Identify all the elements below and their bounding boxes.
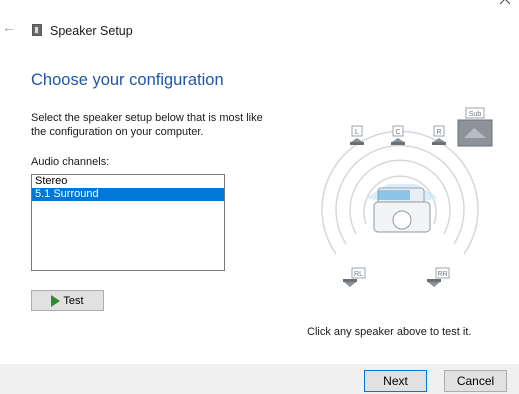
channel-option-stereo[interactable]: Stereo xyxy=(32,175,224,188)
test-button[interactable]: Test xyxy=(31,290,104,311)
close-icon[interactable] xyxy=(496,0,514,8)
speaker-rear-left[interactable]: RL xyxy=(343,267,366,287)
test-button-label: Test xyxy=(63,294,84,307)
back-arrow-icon[interactable]: ← xyxy=(2,20,16,34)
description-line: Select the speaker setup below that is m… xyxy=(31,112,263,124)
play-icon xyxy=(51,294,61,307)
speaker-subwoofer-label: Sub xyxy=(469,111,482,118)
audio-channels-label: Audio channels: xyxy=(31,156,110,168)
cancel-button[interactable]: Cancel xyxy=(444,370,507,392)
channel-option-5-1-surround[interactable]: 5.1 Surround xyxy=(32,188,224,201)
speaker-diagram: L C R Sub RL RR xyxy=(321,107,493,287)
speaker-left[interactable]: L xyxy=(350,125,364,145)
description-line: the configuration on your computer. xyxy=(31,126,204,138)
footer-bar xyxy=(0,364,519,394)
next-button[interactable]: Next xyxy=(364,370,427,392)
speaker-subwoofer[interactable]: Sub xyxy=(457,107,493,147)
speaker-center[interactable]: C xyxy=(391,125,405,145)
window-title: Speaker Setup xyxy=(50,24,133,38)
speaker-right[interactable]: R xyxy=(432,125,446,145)
speaker-right-label: R xyxy=(436,129,441,136)
speaker-rear-right[interactable]: RR xyxy=(427,267,450,287)
speaker-left-label: L xyxy=(355,129,359,136)
test-hint: Click any speaker above to test it. xyxy=(307,326,472,338)
speaker-rear-right-label: RR xyxy=(437,271,447,278)
audio-channels-listbox[interactable]: Stereo 5.1 Surround xyxy=(31,174,225,271)
page-heading: Choose your configuration xyxy=(31,71,224,89)
speaker-icon xyxy=(32,24,42,36)
speaker-rear-left-label: RL xyxy=(354,271,363,278)
description: Select the speaker setup below that is m… xyxy=(31,111,291,139)
speaker-center-label: C xyxy=(395,129,400,136)
listener-figure xyxy=(366,184,438,233)
